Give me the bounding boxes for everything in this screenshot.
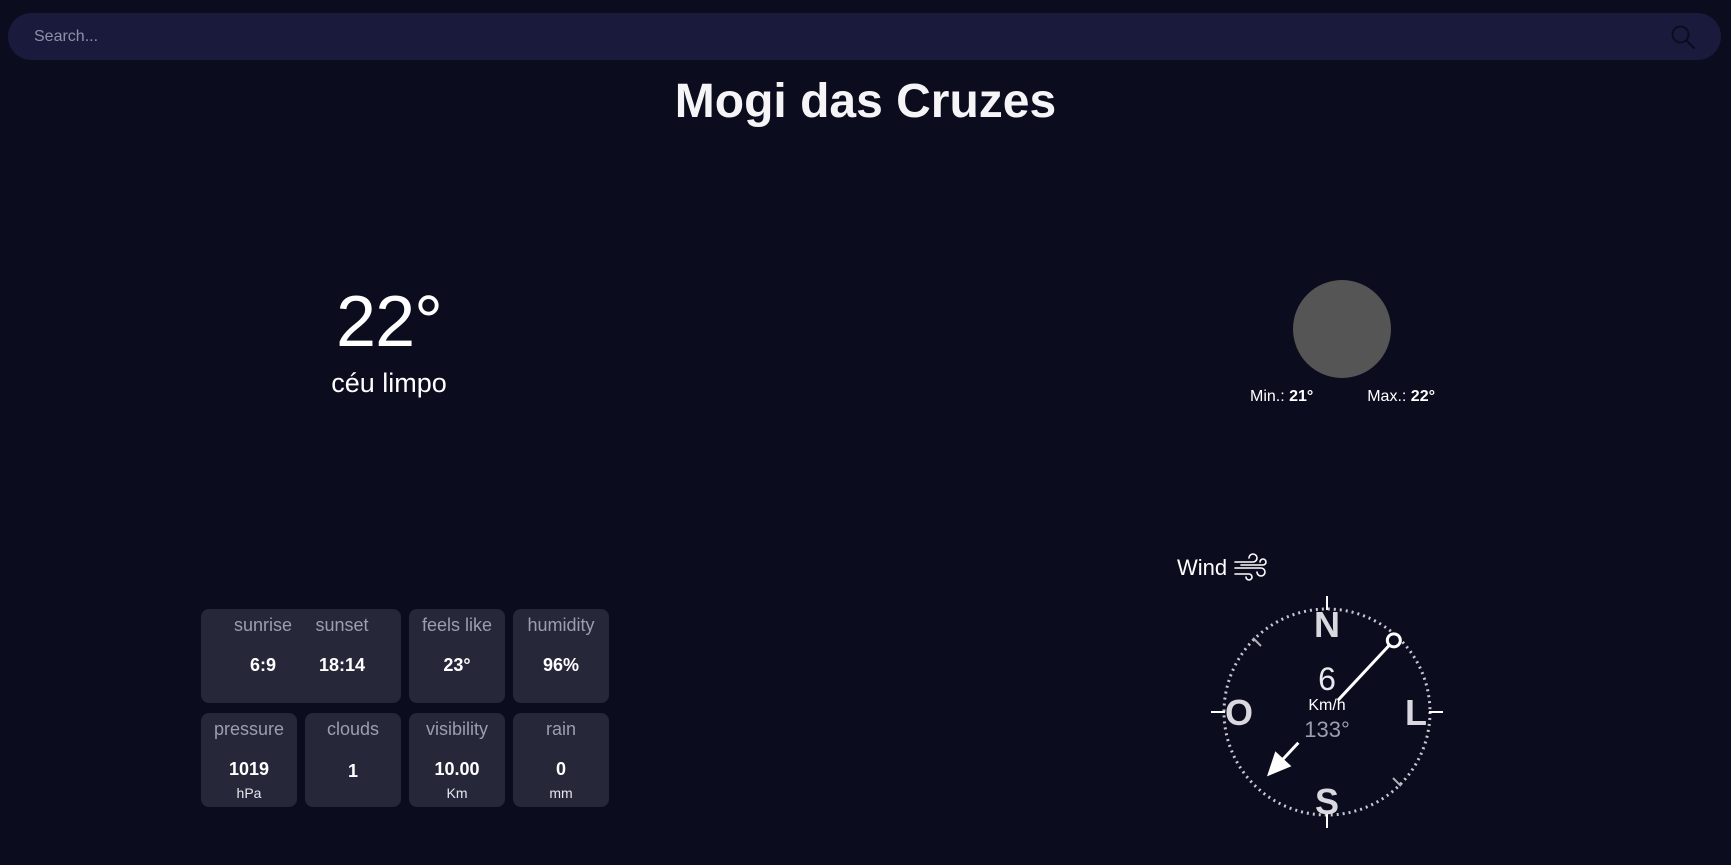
current-temperature: 22° [336, 282, 443, 362]
wind-label: Wind [1177, 555, 1228, 580]
rain-value: 0 [555, 759, 566, 779]
weather-icon [1293, 280, 1391, 378]
sunrise-value: 6:9 [249, 655, 276, 675]
visibility-label: visibility [425, 719, 488, 739]
wind-direction: 133° [1304, 717, 1350, 742]
max-label: Max.: [1367, 388, 1407, 405]
feels-like-label: feels like [421, 615, 493, 635]
clouds-value: 1 [347, 761, 358, 781]
clouds-card: clouds 1 [305, 713, 401, 807]
pressure-value: 1019 [228, 759, 270, 779]
min-label: Min.: [1250, 388, 1285, 405]
compass-s: S [1315, 781, 1339, 822]
wind-speed-unit: Km/h [1308, 697, 1345, 714]
sun-card: sunrise 6:9 sunset 18:14 [201, 609, 401, 703]
rain-label: rain [545, 719, 576, 739]
visibility-value: 10.00 [434, 759, 480, 779]
search-button[interactable] [1663, 17, 1703, 57]
visibility-unit: Km [446, 785, 468, 801]
weather-description: céu limpo [331, 368, 447, 398]
visibility-card: visibility 10.00 Km [409, 713, 505, 807]
rain-unit: mm [549, 785, 573, 801]
min-value: 21° [1289, 388, 1314, 405]
wind-compass: N S O L 6 Km/h 133° [1211, 596, 1443, 828]
city-title: Mogi das Cruzes [674, 75, 1057, 128]
sunrise-label: sunrise [233, 615, 293, 635]
compass-e: L [1405, 692, 1427, 733]
needle-tail [1336, 643, 1391, 702]
pressure-unit: hPa [236, 785, 262, 801]
max-value: 22° [1410, 388, 1435, 405]
max-temperature: Max.: 22° [1367, 388, 1435, 406]
feels-like-card: feels like 23° [409, 609, 505, 703]
sunset-label: sunset [315, 615, 369, 635]
compass-w: O [1225, 692, 1253, 733]
pressure-label: pressure [213, 719, 285, 739]
humidity-card: humidity 96% [513, 609, 609, 703]
needle-shaft [1280, 741, 1300, 762]
min-temperature: Min.: 21° [1250, 388, 1313, 406]
humidity-label: humidity [527, 615, 595, 635]
pressure-card: pressure 1019 hPa [201, 713, 297, 807]
search-input[interactable] [8, 26, 1663, 47]
compass-n: N [1314, 604, 1340, 645]
clouds-label: clouds [326, 719, 380, 739]
rain-card: rain 0 mm [513, 713, 609, 807]
tick-se [1392, 777, 1402, 787]
search-icon [1671, 25, 1696, 49]
sunset-value: 18:14 [318, 655, 366, 675]
search-bar [8, 13, 1721, 60]
wind-speed: 6 [1318, 661, 1336, 697]
wind-icon [1234, 553, 1267, 581]
min-max-temperature: Min.: 21° Max.: 22° [1250, 388, 1435, 406]
tick-nw [1252, 637, 1262, 647]
humidity-value: 96% [542, 655, 580, 675]
wind-title: Wind [1177, 553, 1269, 583]
feels-like-value: 23° [443, 655, 471, 675]
current-weather: 22° céu limpo [289, 282, 489, 399]
